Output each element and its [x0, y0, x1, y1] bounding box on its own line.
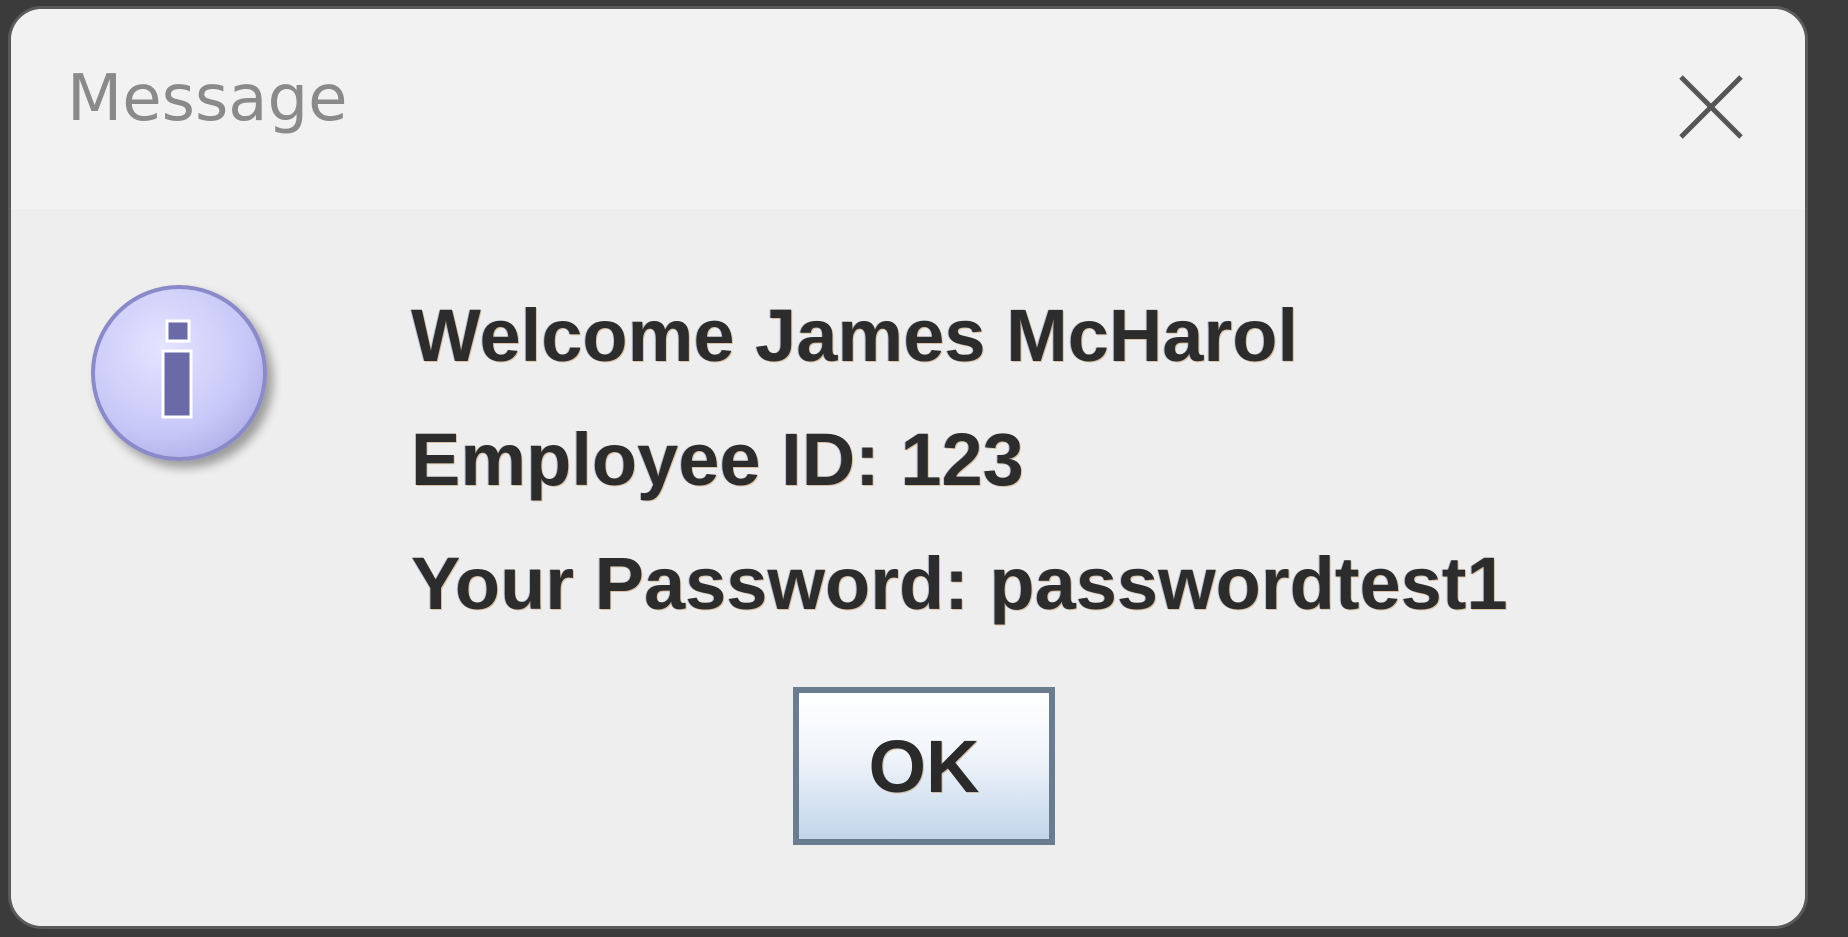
dialog-content: Welcome James McHarol Employee ID: 123 Y… — [11, 209, 1805, 926]
close-icon — [1679, 75, 1743, 139]
ok-button[interactable]: OK — [793, 687, 1055, 845]
password-text: Your Password: passwordtest1 — [411, 542, 1508, 625]
message-dialog: Message Welcome James McHarol Employee I… — [8, 6, 1808, 929]
window-title: Message — [67, 62, 348, 136]
welcome-message: Welcome James McHarol — [411, 294, 1299, 377]
information-icon — [81, 275, 281, 475]
employee-id-text: Employee ID: 123 — [411, 418, 1024, 501]
title-bar[interactable]: Message — [11, 9, 1805, 209]
close-button[interactable] — [1663, 59, 1759, 155]
